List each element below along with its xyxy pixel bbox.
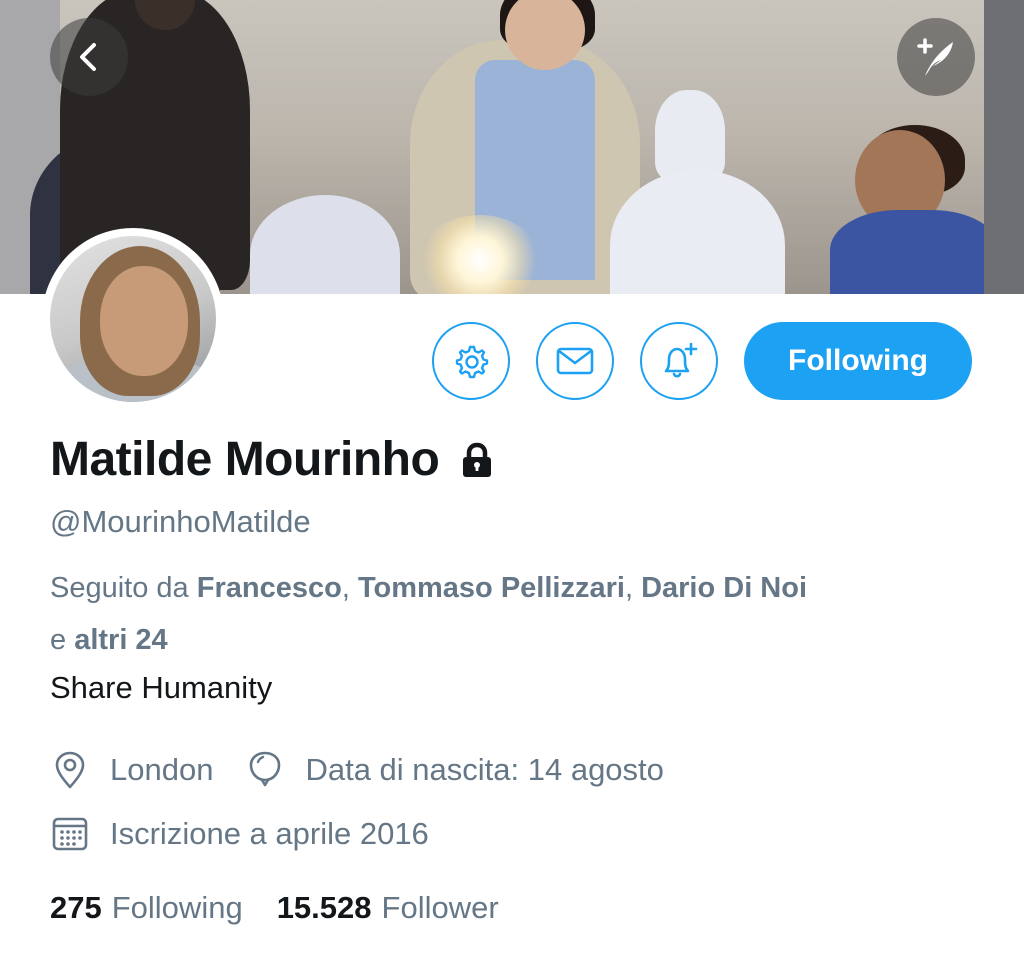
bell-plus-icon — [664, 342, 698, 378]
followed-by-conjunction: e — [50, 624, 75, 656]
birthday-text: Data di nascita: 14 agosto — [305, 752, 664, 787]
back-button[interactable] — [50, 18, 128, 96]
profile-meta-row: Iscrizione a aprile 2016 — [50, 814, 461, 854]
banner-figure — [250, 195, 400, 294]
compose-quill-icon — [917, 38, 953, 76]
following-button[interactable]: Following — [744, 322, 972, 400]
following-label: Following — [111, 890, 243, 925]
joined-item: Iscrizione a aprile 2016 — [50, 814, 429, 854]
follower-name-link[interactable]: Tommaso Pellizzari — [358, 572, 625, 604]
following-stat[interactable]: 275 Following — [50, 890, 243, 926]
banner-wall — [984, 0, 1024, 294]
profile-bio: Share Humanity — [50, 670, 273, 705]
profile-stats: 275 Following 15.528 Follower — [50, 890, 533, 926]
notifications-button[interactable] — [640, 322, 718, 400]
gear-icon — [455, 345, 489, 379]
followed-by-text: Seguito da Francesco, Tommaso Pellizzari… — [50, 562, 990, 666]
location-item: London — [50, 750, 213, 790]
banner-figure — [830, 210, 1000, 294]
compose-button[interactable] — [897, 18, 975, 96]
follower-name-link[interactable]: Francesco — [197, 572, 342, 604]
profile-name-row: Matilde Mourinho — [50, 432, 497, 487]
birthday-item: Data di nascita: 14 agosto — [245, 750, 664, 790]
message-button[interactable] — [536, 322, 614, 400]
settings-button[interactable] — [432, 322, 510, 400]
profile-meta-row: London Data di nascita: 14 agosto — [50, 750, 696, 790]
balloon-icon — [245, 750, 285, 790]
profile-handle: @MourinhoMatilde — [50, 504, 311, 539]
followed-by-separator: , — [341, 572, 358, 604]
profile-name: Matilde Mourinho — [50, 433, 440, 486]
followers-count: 15.528 — [276, 890, 372, 925]
followers-stat[interactable]: 15.528 Follower — [277, 890, 499, 926]
avatar[interactable] — [42, 228, 224, 410]
envelope-icon — [556, 347, 594, 375]
location-text: London — [110, 752, 214, 787]
lock-icon — [457, 440, 497, 480]
followers-label: Follower — [381, 890, 499, 925]
followed-by-separator: , — [624, 572, 642, 604]
follower-name-link[interactable]: Dario Di Noi — [641, 572, 807, 604]
followed-by-others-link[interactable]: altri 24 — [74, 624, 168, 656]
followed-by-prefix: Seguito da — [50, 572, 197, 604]
joined-text: Iscrizione a aprile 2016 — [110, 816, 429, 851]
chevron-left-icon — [80, 43, 96, 71]
avatar-face — [100, 266, 188, 376]
banner-figure — [655, 90, 725, 180]
location-pin-icon — [50, 750, 90, 790]
calendar-icon — [50, 814, 90, 854]
avatar-photo — [50, 236, 216, 402]
following-count: 275 — [50, 890, 102, 925]
